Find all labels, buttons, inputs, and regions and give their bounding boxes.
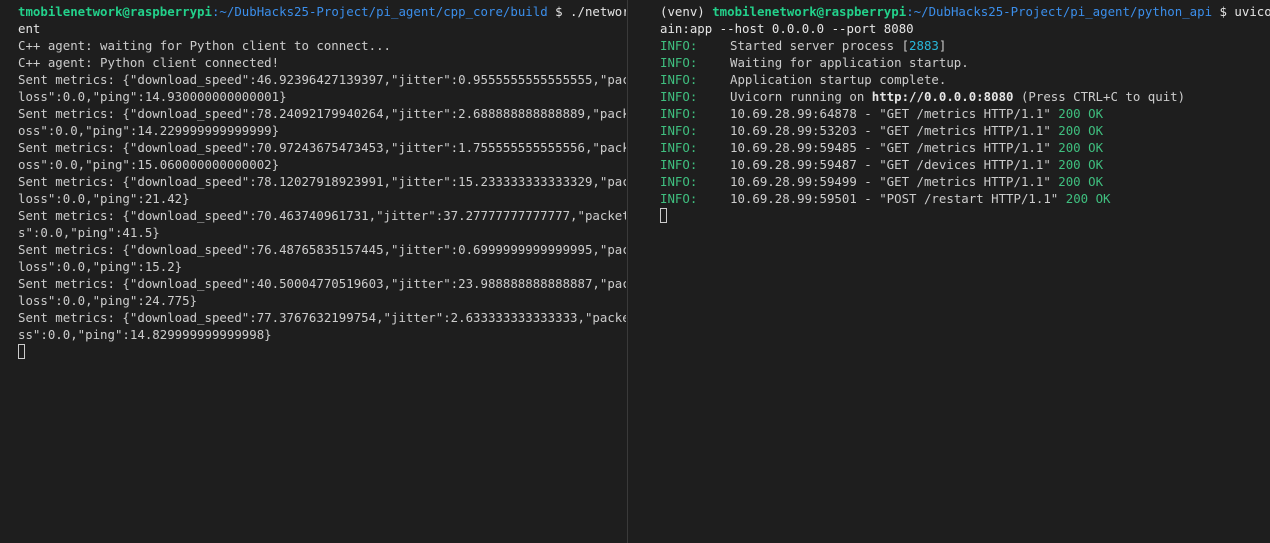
request-log-line: INFO: 10.69.28.99:53203 - "GET /metrics H… <box>660 122 1270 139</box>
status-code: 200 OK <box>1065 191 1111 206</box>
prompt-line: tmobilenetwork@raspberrypi:~/DubHacks25-… <box>18 3 626 20</box>
status-code: 200 OK <box>1058 140 1104 155</box>
log-text: ] <box>938 38 947 53</box>
log-level: INFO: <box>660 123 698 138</box>
client-address: 10.69.28.99:59499 <box>730 174 857 189</box>
request-log-line: INFO: 10.69.28.99:59487 - "GET /devices H… <box>660 156 1270 173</box>
output-line: oss":0.0,"ping":14.229999999999999} <box>18 123 280 138</box>
client-address: 10.69.28.99:59501 <box>730 191 857 206</box>
log-line-complete: INFO: Application startup complete. <box>660 71 1270 88</box>
output-line: loss":0.0,"ping":14.930000000000001} <box>18 89 287 104</box>
log-line-started: INFO: Started server process [2883] <box>660 37 1270 54</box>
client-address: 10.69.28.99:59485 <box>730 140 857 155</box>
log-level: INFO: <box>660 157 698 172</box>
request-log-line: INFO: 10.69.28.99:64878 - "GET /metrics H… <box>660 105 1270 122</box>
prompt-symbol: $ <box>1212 4 1227 19</box>
log-line-waiting: INFO: Waiting for application startup. <box>660 54 1270 71</box>
output-line: Sent metrics: {"download_speed":76.48765… <box>18 242 626 257</box>
output-line: C++ agent: Python client connected! <box>18 55 280 70</box>
request-line: "GET /devices HTTP/1.1" <box>879 157 1051 172</box>
terminal-window: tmobilenetwork@raspberrypi:~/DubHacks25-… <box>0 0 1270 543</box>
output-line: loss":0.0,"ping":15.2} <box>18 259 183 274</box>
log-text: Application startup complete. <box>730 72 947 87</box>
cursor-line <box>18 343 626 360</box>
output-line: loss":0.0,"ping":24.775} <box>18 293 198 308</box>
terminal-cursor <box>660 208 667 223</box>
request-log: INFO: 10.69.28.99:64878 - "GET /metrics H… <box>660 105 1270 207</box>
prompt-command: ./network_ag <box>570 4 626 19</box>
log-level: INFO: <box>660 140 698 155</box>
status-code: 200 OK <box>1058 157 1104 172</box>
output-line: loss":0.0,"ping":21.42} <box>18 191 190 206</box>
log-text: Started server process [ <box>730 38 910 53</box>
output-line: oss":0.0,"ping":15.060000000000002} <box>18 157 280 172</box>
output-line: Sent metrics: {"download_speed":78.12027… <box>18 174 626 189</box>
output-line: Sent metrics: {"download_speed":70.97243… <box>18 140 626 155</box>
request-line: "GET /metrics HTTP/1.1" <box>879 174 1051 189</box>
output-line: ss":0.0,"ping":14.829999999999998} <box>18 327 272 342</box>
separator: - <box>856 174 880 189</box>
request-line: "POST /restart HTTP/1.1" <box>879 191 1059 206</box>
log-line-running: INFO: Uvicorn running on http://0.0.0.0:8… <box>660 88 1270 105</box>
request-line: "GET /metrics HTTP/1.1" <box>879 106 1051 121</box>
log-level: INFO: <box>660 38 698 53</box>
log-level: INFO: <box>660 72 698 87</box>
separator: - <box>856 123 880 138</box>
log-level: INFO: <box>660 106 698 121</box>
separator: - <box>856 157 880 172</box>
separator: - <box>856 140 880 155</box>
client-address: 10.69.28.99:53203 <box>730 123 857 138</box>
prompt-symbol: $ <box>547 4 563 19</box>
output-line: s":0.0,"ping":41.5} <box>18 225 160 240</box>
prompt-line: (venv) tmobilenetwork@raspberrypi:~/DubH… <box>660 3 1270 20</box>
log-level: INFO: <box>660 191 698 206</box>
pane-divider-line <box>627 0 628 543</box>
prompt-command-wrap: ent <box>18 21 41 36</box>
process-id: 2883 <box>909 38 939 53</box>
output-line: Sent metrics: {"download_speed":70.46374… <box>18 208 626 223</box>
client-address: 10.69.28.99:64878 <box>730 106 857 121</box>
status-code: 200 OK <box>1058 174 1104 189</box>
prompt-venv: (venv) <box>660 4 713 19</box>
server-url[interactable]: http://0.0.0.0:8080 <box>872 89 1014 104</box>
prompt-path: :~/DubHacks25-Project/pi_agent/python_ap… <box>906 4 1213 19</box>
log-text: (Press CTRL+C to quit) <box>1013 89 1186 104</box>
request-line: "GET /metrics HTTP/1.1" <box>879 140 1051 155</box>
left-output: C++ agent: waiting for Python client to … <box>18 37 626 343</box>
output-line: Sent metrics: {"download_speed":78.24092… <box>18 106 626 121</box>
request-log-line: INFO: 10.69.28.99:59501 - "POST /restart … <box>660 190 1270 207</box>
request-line: "GET /metrics HTTP/1.1" <box>879 123 1051 138</box>
log-text: Waiting for application startup. <box>730 55 969 70</box>
log-level: INFO: <box>660 55 698 70</box>
cursor-line <box>660 207 1270 224</box>
prompt-path: :~/DubHacks25-Project/pi_agent/cpp_core/… <box>211 4 548 19</box>
request-log-line: INFO: 10.69.28.99:59485 - "GET /metrics H… <box>660 139 1270 156</box>
pane-divider[interactable] <box>626 0 640 543</box>
client-address: 10.69.28.99:59487 <box>730 157 857 172</box>
prompt-command-wrap: ain:app --host 0.0.0.0 --port 8080 <box>660 21 914 36</box>
output-line: Sent metrics: {"download_speed":46.92396… <box>18 72 626 87</box>
prompt-command: uvicorn m <box>1234 4 1270 19</box>
log-level: INFO: <box>660 174 698 189</box>
log-text: Uvicorn running on <box>730 89 872 104</box>
terminal-pane-right[interactable]: (venv) tmobilenetwork@raspberrypi:~/DubH… <box>640 0 1270 543</box>
output-line: Sent metrics: {"download_speed":77.37676… <box>18 310 626 325</box>
terminal-pane-left[interactable]: tmobilenetwork@raspberrypi:~/DubHacks25-… <box>0 0 626 543</box>
output-line: C++ agent: waiting for Python client to … <box>18 38 391 53</box>
status-code: 200 OK <box>1058 106 1104 121</box>
request-log-line: INFO: 10.69.28.99:59499 - "GET /metrics H… <box>660 173 1270 190</box>
separator: - <box>856 191 880 206</box>
log-level: INFO: <box>660 89 698 104</box>
terminal-cursor <box>18 344 25 359</box>
separator: - <box>856 106 880 121</box>
prompt-user-host: tmobilenetwork@raspberrypi <box>18 4 212 19</box>
prompt-user-host: tmobilenetwork@raspberrypi <box>712 4 907 19</box>
output-line: Sent metrics: {"download_speed":40.50004… <box>18 276 626 291</box>
status-code: 200 OK <box>1058 123 1104 138</box>
